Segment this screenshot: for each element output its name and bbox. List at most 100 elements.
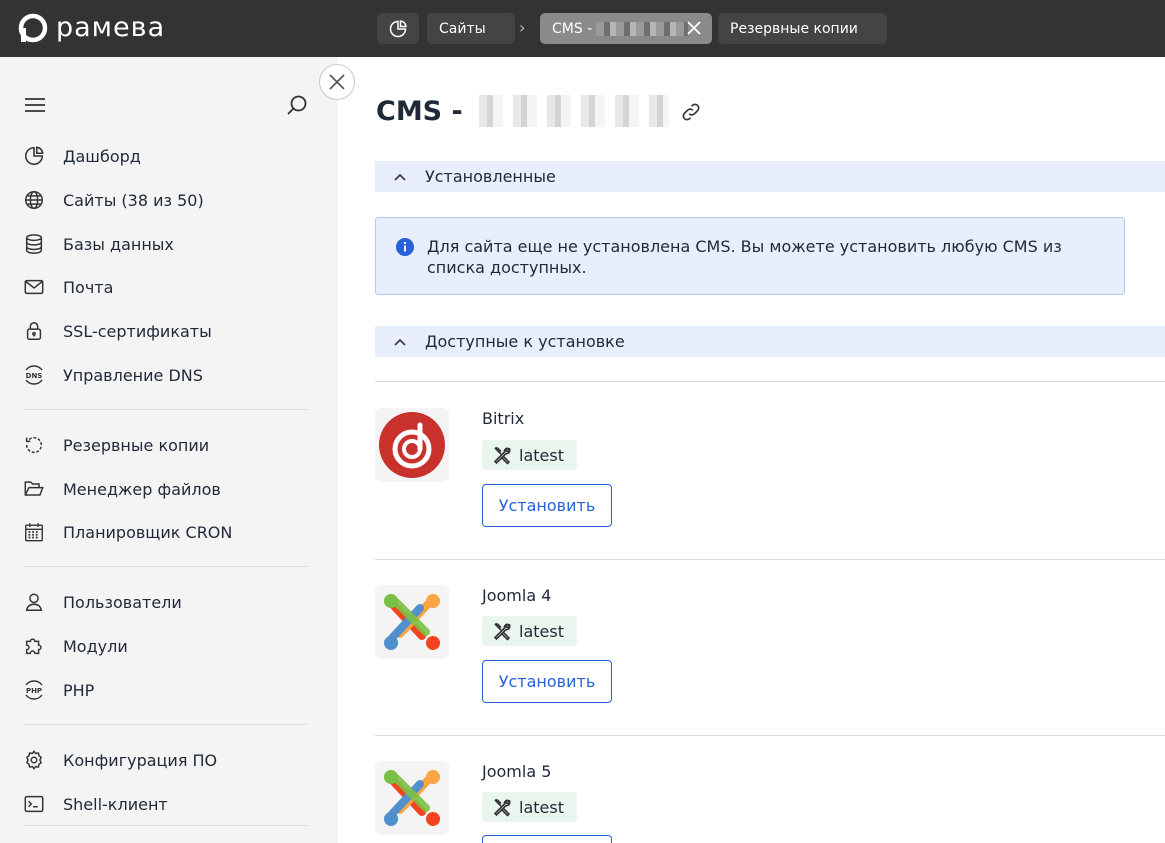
tools-icon [493, 447, 511, 465]
mail-icon [22, 275, 46, 299]
installed-section-header[interactable]: Установленные [375, 161, 1165, 192]
brand-name: рамева [56, 12, 166, 43]
bitrix-logo-icon [379, 412, 445, 478]
sidebar-item-databases[interactable]: Базы данных [22, 229, 174, 259]
sidebar-item-label: SSL-сертификаты [63, 321, 212, 341]
available-section-title: Доступные к установке [425, 332, 625, 351]
collapse-sidebar-button[interactable] [319, 64, 355, 100]
svg-text:PHP: PHP [26, 687, 42, 695]
joomla4-logo [375, 585, 449, 659]
sidebar-item-label: Почта [63, 277, 114, 297]
install-joomla4-button[interactable]: Установить [482, 660, 612, 703]
joomla-logo-icon [384, 594, 440, 650]
sidebar-item-modules[interactable]: Модули [22, 631, 128, 661]
backup-icon [22, 433, 46, 457]
sidebar-item-sites[interactable]: Сайты (38 из 50) [22, 185, 204, 215]
user-icon [22, 590, 46, 614]
list-divider [375, 735, 1165, 736]
page-title-text: CMS - [376, 95, 463, 127]
tab-cms[interactable]: CMS - [540, 13, 712, 44]
version-badge: latest [482, 792, 577, 822]
close-icon [329, 74, 345, 90]
sidebar-item-users[interactable]: Пользователи [22, 587, 182, 617]
close-icon[interactable] [684, 18, 704, 38]
version-label: latest [519, 797, 564, 817]
sidebar-item-shell[interactable]: Shell-клиент [22, 789, 168, 819]
page-title: CMS - [376, 95, 669, 127]
search-icon[interactable] [286, 94, 308, 116]
sidebar-item-software-config[interactable]: Конфигурация ПО [22, 745, 217, 775]
sidebar-divider [24, 566, 307, 567]
version-label: latest [519, 445, 564, 465]
sidebar-item-backups[interactable]: Резервные копии [22, 430, 209, 460]
hamburger-menu-icon[interactable] [24, 97, 46, 113]
svg-text:DNS: DNS [26, 372, 43, 380]
sidebar-item-dashboard[interactable]: Дашборд [22, 141, 141, 171]
install-bitrix-button[interactable]: Установить [482, 484, 612, 527]
brand-logo-icon [18, 13, 48, 42]
puzzle-icon [22, 634, 46, 658]
tab-sites[interactable]: Сайты [427, 13, 515, 44]
sidebar-divider [24, 724, 307, 725]
chevron-up-icon [394, 173, 406, 181]
version-badge: latest [482, 440, 577, 470]
joomla-logo-icon [384, 770, 440, 826]
list-divider [375, 559, 1165, 560]
sidebar-divider [24, 825, 307, 826]
sidebar-item-mail[interactable]: Почта [22, 272, 113, 302]
bitrix-logo [375, 408, 449, 482]
lock-icon [22, 319, 46, 343]
list-divider [375, 381, 1165, 382]
sidebar-item-file-manager[interactable]: Менеджер файлов [22, 474, 221, 504]
dashboard-tab[interactable] [377, 13, 419, 44]
main-content: CMS - Установленные Для сайта еще не уст… [338, 57, 1165, 843]
pie-chart-icon [22, 144, 46, 168]
tab-cms-label: CMS - [552, 20, 593, 37]
sidebar-item-label: Базы данных [63, 234, 174, 254]
sidebar-item-label: Резервные копии [63, 435, 210, 455]
joomla5-logo [375, 761, 449, 835]
sidebar-item-label: Конфигурация ПО [63, 750, 218, 770]
install-joomla5-button[interactable] [482, 835, 612, 843]
chevron-up-icon [394, 338, 406, 346]
no-cms-info-alert: Для сайта еще не установлена CMS. Вы мож… [375, 217, 1125, 295]
version-label: latest [519, 621, 564, 641]
sidebar-item-label: PHP [63, 680, 95, 700]
dns-icon: DNS [22, 363, 46, 387]
sidebar-item-dns[interactable]: DNS Управление DNS [22, 360, 203, 390]
info-message: Для сайта еще не установлена CMS. Вы мож… [427, 237, 1062, 277]
globe-icon [22, 188, 46, 212]
sidebar-item-label: Модули [63, 636, 128, 656]
sidebar-item-label: Сайты (38 из 50) [63, 190, 204, 210]
top-bar: рамева Сайты › CMS - Резервные копии [0, 0, 1165, 57]
sidebar-item-ssl[interactable]: SSL-сертификаты [22, 316, 212, 346]
calendar-icon [22, 520, 46, 544]
sidebar-item-php[interactable]: PHP PHP [22, 675, 94, 705]
sidebar-item-label: Дашборд [63, 146, 141, 166]
sidebar-item-label: Менеджер файлов [63, 479, 221, 499]
cms-name: Joomla 4 [482, 586, 552, 605]
info-icon [396, 238, 414, 256]
folder-icon [22, 477, 46, 501]
version-badge: latest [482, 616, 577, 646]
chevron-right-icon: › [519, 18, 526, 37]
sidebar: Дашборд Сайты (38 из 50) Базы данных Поч… [0, 57, 338, 843]
link-icon[interactable] [680, 101, 702, 123]
tab-backups-label: Резервные копии [730, 20, 858, 37]
tools-icon [493, 799, 511, 817]
cms-name: Joomla 5 [482, 762, 552, 781]
brand-logo[interactable]: рамева [18, 12, 165, 43]
sidebar-item-label: Shell-клиент [63, 794, 168, 814]
sidebar-divider [24, 409, 307, 410]
sidebar-item-label: Планировщик CRON [63, 522, 233, 542]
sidebar-item-cron[interactable]: Планировщик CRON [22, 517, 232, 547]
php-icon: PHP [22, 678, 46, 702]
available-section-header[interactable]: Доступные к установке [375, 326, 1165, 357]
cms-name: Bitrix [482, 409, 525, 428]
tab-backups[interactable]: Резервные копии [718, 13, 887, 44]
redacted-domain [596, 21, 689, 36]
sidebar-item-label: Управление DNS [63, 365, 203, 385]
tab-sites-label: Сайты [439, 20, 486, 37]
terminal-icon [22, 792, 46, 816]
redacted-domain [468, 95, 669, 127]
